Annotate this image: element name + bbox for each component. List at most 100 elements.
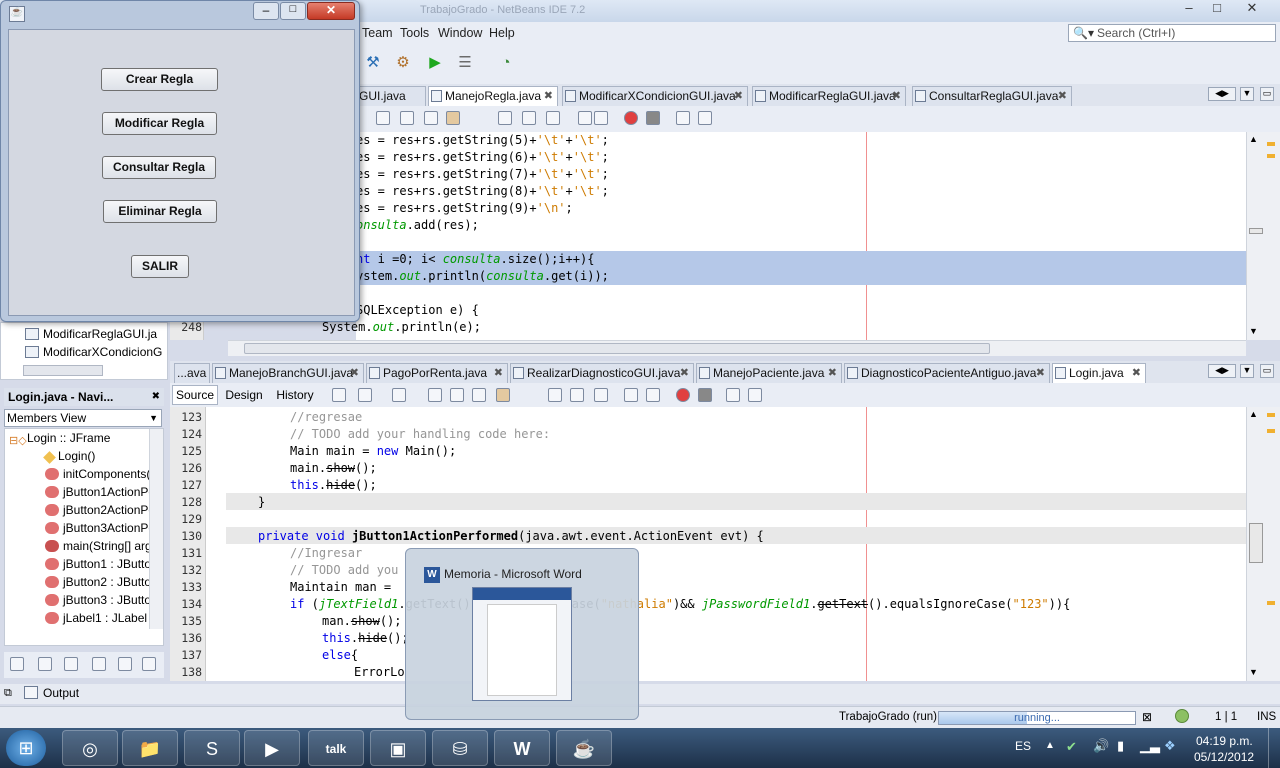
history-icon[interactable] (392, 388, 406, 402)
menu-tools[interactable]: Tools (400, 26, 429, 40)
toggle-highlight-icon[interactable] (446, 111, 460, 125)
toggle-bookmark-icon[interactable] (546, 111, 560, 125)
maximize-pane-icon[interactable]: ▭ (1260, 364, 1274, 378)
explorer-icon[interactable]: 📁 (122, 730, 178, 766)
clean-build-icon[interactable]: ⚒ (362, 52, 384, 74)
virtualbox-icon[interactable]: ▣ (370, 730, 426, 766)
scroll-tabs-icon[interactable]: ◀▶ (1208, 364, 1236, 378)
tree-node[interactable]: jButton1ActionPe (45, 483, 155, 501)
scroll-tabs-icon[interactable]: ◀▶ (1208, 87, 1236, 101)
forward-icon[interactable] (358, 388, 372, 402)
next-bookmark-icon[interactable] (522, 111, 536, 125)
tab-history[interactable]: History (270, 387, 320, 405)
java-icon[interactable]: ☕ (556, 730, 612, 766)
tab-list-icon[interactable]: ▼ (1240, 364, 1254, 378)
word-thumbnail-preview[interactable]: W Memoria - Microsoft Word (405, 548, 639, 720)
shift-right-icon[interactable] (594, 111, 608, 125)
next-occurrence-icon[interactable] (424, 111, 438, 125)
tab-manejobranch[interactable]: ManejoBranchGUI.java ✖ (212, 363, 364, 383)
scroll-down-icon[interactable]: ▼ (1249, 667, 1258, 677)
tree-node[interactable]: Login() (43, 447, 95, 465)
clock-date[interactable]: 05/12/2012 (1194, 750, 1254, 764)
close-tab-icon[interactable]: ✖ (892, 87, 901, 105)
minimize-button[interactable]: – (1175, 1, 1203, 17)
dropbox-icon[interactable]: ❖ (1164, 738, 1176, 754)
search-input[interactable]: 🔍▾ Search (Ctrl+I) (1068, 24, 1276, 42)
tab-pagoporrenta[interactable]: PagoPorRenta.java ✖ (366, 363, 508, 383)
chrome-icon[interactable]: ◎ (62, 730, 118, 766)
menu-help[interactable]: Help (489, 26, 515, 40)
find-icon[interactable] (376, 111, 390, 125)
top-code-editor[interactable]: es = res+rs.getString(5)+'\t'+'\t'; es =… (322, 132, 1246, 340)
tab-gui[interactable]: GUI.java (356, 86, 426, 106)
profile-icon[interactable]: ◔ (495, 52, 517, 74)
dialog-close-button[interactable]: ✕ (307, 2, 355, 20)
uncomment-icon[interactable] (748, 388, 762, 402)
toggle-highlight-icon[interactable] (496, 388, 510, 402)
h-scroll-thumb[interactable] (23, 365, 103, 376)
top-horizontal-scrollbar[interactable] (228, 340, 1246, 356)
tab-manejopaciente[interactable]: ManejoPaciente.java ✖ (696, 363, 842, 383)
tab-modificarregla[interactable]: ModificarReglaGUI.java ✖ (752, 86, 906, 106)
close-tab-icon[interactable]: ✖ (1132, 364, 1141, 382)
scroll-thumb[interactable] (1249, 523, 1263, 563)
uncomment-icon[interactable] (698, 111, 712, 125)
tab-login[interactable]: Login.java ✖ (1052, 363, 1146, 383)
eliminar-regla-button[interactable]: Eliminar Regla (103, 200, 217, 223)
tab-modificarxcondicion[interactable]: ModificarXCondicionGUI.java ✖ (562, 86, 748, 106)
prev-occurrence-icon[interactable] (450, 388, 464, 402)
battery-icon[interactable]: ▮ (1117, 738, 1124, 754)
filter-icon[interactable] (118, 657, 132, 671)
record-macro-icon[interactable] (624, 111, 638, 125)
h-scroll-thumb[interactable] (244, 343, 990, 354)
file-item[interactable]: ModificarXCondicionG (25, 343, 162, 361)
scroll-thumb[interactable] (1249, 228, 1263, 234)
scroll-up-icon[interactable]: ▲ (1249, 134, 1258, 144)
scroll-down-icon[interactable]: ▼ (1249, 326, 1258, 336)
clock-time[interactable]: 04:19 p.m. (1196, 734, 1253, 748)
bottom-code-editor[interactable]: //regresae // TODO add your handling cod… (206, 407, 1246, 681)
close-tab-icon[interactable]: ✖ (494, 364, 503, 382)
tree-node[interactable]: jButton2ActionPe (45, 501, 155, 519)
comment-icon[interactable] (726, 388, 740, 402)
tree-node-class[interactable]: ⊟◇Login :: JFrame (9, 429, 110, 447)
toggle-bookmark-icon[interactable] (594, 388, 608, 402)
filter-icon[interactable] (38, 657, 52, 671)
top-editor-scrollbar[interactable]: ▲ ▼ (1246, 132, 1280, 340)
menu-team[interactable]: Team (362, 26, 393, 40)
tab-realizardiagnostico[interactable]: RealizarDiagnosticoGUI.java ✖ (510, 363, 694, 383)
consultar-regla-button[interactable]: Consultar Regla (102, 156, 216, 179)
scroll-up-icon[interactable]: ▲ (1249, 409, 1258, 419)
sort-icon[interactable] (142, 657, 156, 671)
network-icon[interactable]: ▁▃ (1140, 738, 1160, 754)
maximize-pane-icon[interactable]: ▭ (1260, 87, 1274, 101)
navigator-scrollbar[interactable] (149, 429, 163, 629)
stop-macro-icon[interactable] (698, 388, 712, 402)
tab-design[interactable]: Design (222, 387, 266, 405)
tree-node[interactable]: jButton1 : JButto (45, 555, 151, 573)
output-tab[interactable]: Output (43, 686, 79, 700)
tab-manejoregla[interactable]: ManejoRegla.java ✖ (428, 86, 558, 106)
dialog-maximize-button[interactable]: □ (280, 2, 306, 20)
close-tab-icon[interactable]: ✖ (1058, 87, 1067, 105)
close-button[interactable]: ✕ (1238, 1, 1266, 17)
skype-icon[interactable]: S (184, 730, 240, 766)
members-view-select[interactable]: Members View ▼ (4, 409, 162, 427)
language-indicator[interactable]: ES (1015, 739, 1031, 753)
tree-node[interactable]: main(String[] arg (45, 537, 152, 555)
close-tab-icon[interactable]: ✖ (544, 87, 553, 105)
dialog-minimize-button[interactable]: – (253, 2, 279, 20)
back-icon[interactable] (332, 388, 346, 402)
tab-source[interactable]: Source (172, 385, 218, 405)
maximize-button[interactable]: □ (1203, 1, 1231, 17)
close-tab-icon[interactable]: ✖ (1036, 364, 1045, 382)
prev-bookmark-icon[interactable] (498, 111, 512, 125)
prev-occurrence-icon[interactable] (400, 111, 414, 125)
media-icon[interactable]: ▶ (244, 730, 300, 766)
comment-icon[interactable] (676, 111, 690, 125)
close-panel-icon[interactable]: ✖ (152, 388, 160, 406)
salir-button[interactable]: SALIR (131, 255, 189, 278)
notification-icon[interactable] (1175, 709, 1189, 723)
run-icon[interactable]: ▶ (424, 52, 446, 74)
tab-consultarregla[interactable]: ConsultarReglaGUI.java ✖ (912, 86, 1072, 106)
